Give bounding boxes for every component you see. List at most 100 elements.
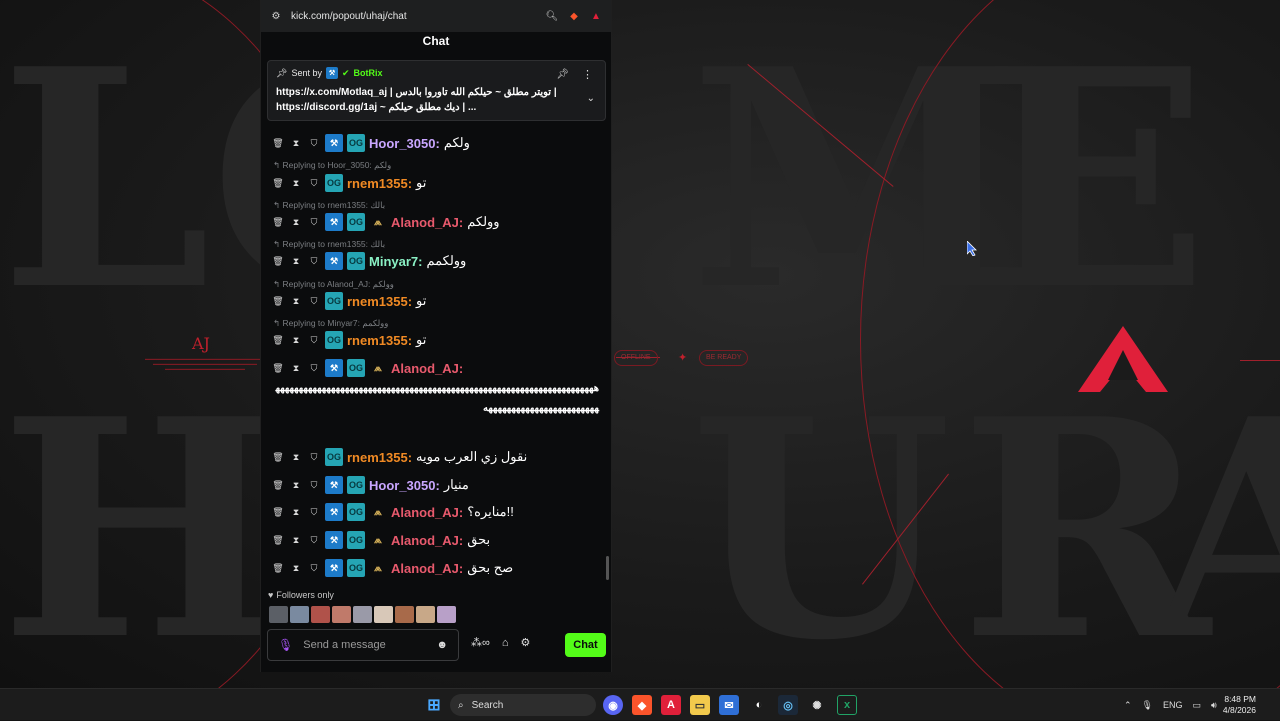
windows-start-icon[interactable]: ⊞ [424, 695, 444, 715]
ban-icon[interactable]: ⛉ [307, 361, 321, 375]
outlook-icon[interactable]: ✉ [719, 695, 739, 715]
chatgpt-icon[interactable]: ✺ [807, 695, 827, 715]
steam-icon[interactable]: ◎ [778, 695, 798, 715]
chat-scrollbar[interactable] [606, 556, 609, 580]
chat-message[interactable]: 🗑︎ ⧗ ⛉ OG rnem1355: نقول زي العرب مويه [271, 448, 601, 466]
emote[interactable] [269, 606, 288, 623]
chat-username[interactable]: rnem1355: [347, 294, 412, 309]
delete-icon[interactable]: 🗑︎ [271, 478, 285, 492]
emote[interactable] [395, 606, 414, 623]
ban-icon[interactable]: ⛉ [307, 136, 321, 150]
send-chat-button[interactable]: Chat [565, 633, 606, 657]
url-text[interactable]: kick.com/popout/uhaj/chat [291, 11, 537, 22]
ban-icon[interactable]: ⛉ [307, 478, 321, 492]
settings-gear-icon[interactable]: ⚙ [521, 636, 531, 649]
reply-reference[interactable]: ↰ Replying to Alanod_AJ: وولكم [273, 279, 394, 290]
file-explorer-icon[interactable]: ▭ [690, 695, 710, 715]
pinned-message[interactable]: 📌︎ Sent by ⚒ ✔ BotRix https://x.com/Motl… [267, 60, 606, 121]
chat-message[interactable]: 🗑︎ ⧗ ⛉ ⚒ OG Hoor_3050: ولكم [271, 134, 601, 152]
chat-username[interactable]: rnem1355: [347, 450, 412, 465]
chat-username[interactable]: Alanod_AJ: [391, 215, 463, 230]
chat-username[interactable]: Alanod_AJ: [391, 361, 463, 376]
delete-icon[interactable]: 🗑︎ [271, 533, 285, 547]
delete-icon[interactable]: 🗑︎ [271, 561, 285, 575]
chat-message[interactable]: 🗑︎ ⧗ ⛉ OG rnem1355: تو [271, 174, 601, 192]
pinned-line-1[interactable]: https://x.com/Motlaq_aj | تويتر مطلق ~ ح… [276, 85, 566, 100]
address-bar[interactable]: ⚙ kick.com/popout/uhaj/chat 🔍︎ ◆ ▲ [261, 0, 611, 32]
emote[interactable] [353, 606, 372, 623]
ban-icon[interactable]: ⛉ [307, 254, 321, 268]
delete-icon[interactable]: 🗑︎ [271, 333, 285, 347]
network-icon[interactable]: ▭ [1193, 700, 1202, 711]
emote[interactable] [374, 606, 393, 623]
clock[interactable]: 8:48 PM 4/8/2026 [1223, 694, 1256, 716]
pinned-sender[interactable]: BotRix [354, 68, 383, 78]
reply-reference[interactable]: ↰ Replying to Hoor_3050: ولكم [273, 160, 391, 171]
timeout-icon[interactable]: ⧗ [289, 533, 303, 547]
message-input[interactable]: 🎙︎ Send a message ☻ [267, 629, 459, 661]
timeout-icon[interactable]: ⧗ [289, 478, 303, 492]
ban-icon[interactable]: ⛉ [307, 215, 321, 229]
delete-icon[interactable]: 🗑︎ [271, 254, 285, 268]
brave-shield-icon[interactable]: ◆ [567, 9, 581, 23]
chat-message[interactable]: 🗑︎ ⧗ ⛉ ⚒ OG ⩕ Alanod_AJ: صح بحق [271, 559, 601, 577]
emote[interactable] [311, 606, 330, 623]
points-icon[interactable]: ⁂∞ [471, 636, 490, 649]
emote[interactable] [437, 606, 456, 623]
chat-message[interactable]: 🗑︎ ⧗ ⛉ ⚒ OG ⩕ Alanod_AJ: بحق [271, 531, 601, 549]
brave-browser-icon[interactable]: ◆ [632, 695, 652, 715]
ban-icon[interactable]: ⛉ [307, 176, 321, 190]
reply-reference[interactable]: ↰ Replying to Minyar7: وولكمم [273, 318, 388, 329]
timeout-icon[interactable]: ⧗ [289, 254, 303, 268]
message-placeholder[interactable]: Send a message [303, 639, 426, 651]
delete-icon[interactable]: 🗑︎ [271, 215, 285, 229]
delete-icon[interactable]: 🗑︎ [271, 361, 285, 375]
delete-icon[interactable]: 🗑︎ [271, 176, 285, 190]
volume-icon[interactable]: 🔊︎ [1211, 700, 1217, 711]
excel-icon[interactable]: x [837, 695, 857, 715]
store-icon[interactable]: ⌂ [502, 637, 509, 649]
app-a-icon[interactable]: A [661, 695, 681, 715]
chat-username[interactable]: Minyar7: [369, 254, 422, 269]
delete-icon[interactable]: 🗑︎ [271, 450, 285, 464]
emoji-icon[interactable]: ☻ [436, 639, 448, 651]
timeout-icon[interactable]: ⧗ [289, 361, 303, 375]
microphone-icon[interactable]: 🎙︎ [278, 638, 293, 652]
delete-icon[interactable]: 🗑︎ [271, 136, 285, 150]
mic-tray-icon[interactable]: 🎙︎ [1142, 700, 1153, 711]
timeout-icon[interactable]: ⧗ [289, 333, 303, 347]
ban-icon[interactable]: ⛉ [307, 561, 321, 575]
chat-username[interactable]: Hoor_3050: [369, 478, 440, 493]
chat-message[interactable]: 🗑︎ ⧗ ⛉ OG rnem1355: تو [271, 331, 601, 349]
ban-icon[interactable]: ⛉ [307, 533, 321, 547]
more-options-icon[interactable]: ⋮ [582, 68, 593, 81]
timeout-icon[interactable]: ⧗ [289, 561, 303, 575]
timeout-icon[interactable]: ⧗ [289, 294, 303, 308]
chat-message[interactable]: 🗑︎ ⧗ ⛉ ⚒ OG Hoor_3050: منيار [271, 476, 601, 494]
zoom-icon[interactable]: 🔍︎ [545, 9, 559, 23]
delete-icon[interactable]: 🗑︎ [271, 294, 285, 308]
site-settings-icon[interactable]: ⚙ [269, 9, 283, 23]
ban-icon[interactable]: ⛉ [307, 294, 321, 308]
timeout-icon[interactable]: ⧗ [289, 215, 303, 229]
chat-username[interactable]: Alanod_AJ: [391, 561, 463, 576]
ban-icon[interactable]: ⛉ [307, 450, 321, 464]
pinned-line-2[interactable]: https://discord.gg/1aj ~ ديك مطلق حيلكم … [276, 100, 566, 115]
chat-username[interactable]: Alanod_AJ: [391, 505, 463, 520]
unpin-icon[interactable]: 📌︎ [556, 69, 569, 80]
chat-username[interactable]: Alanod_AJ: [391, 533, 463, 548]
chevron-down-icon[interactable]: ⌄ [587, 93, 595, 104]
timeout-icon[interactable]: ⧗ [289, 505, 303, 519]
reply-reference[interactable]: ↰ Replying to rnem1355: بالك [273, 200, 385, 211]
timeout-icon[interactable]: ⧗ [289, 450, 303, 464]
taskbar-search[interactable]: ⌕ Search [450, 694, 596, 716]
chat-username[interactable]: Hoor_3050: [369, 136, 440, 151]
language-indicator[interactable]: ENG [1163, 700, 1183, 710]
chat-username[interactable]: rnem1355: [347, 333, 412, 348]
chat-message[interactable]: 🗑︎ ⧗ ⛉ OG rnem1355: تو [271, 292, 601, 310]
emote[interactable] [332, 606, 351, 623]
timeout-icon[interactable]: ⧗ [289, 176, 303, 190]
chat-message[interactable]: 🗑︎ ⧗ ⛉ ⚒ OG ⩕ Alanod_AJ: [271, 359, 601, 377]
ban-icon[interactable]: ⛉ [307, 333, 321, 347]
reply-reference[interactable]: ↰ Replying to rnem1355: بالك [273, 239, 385, 250]
